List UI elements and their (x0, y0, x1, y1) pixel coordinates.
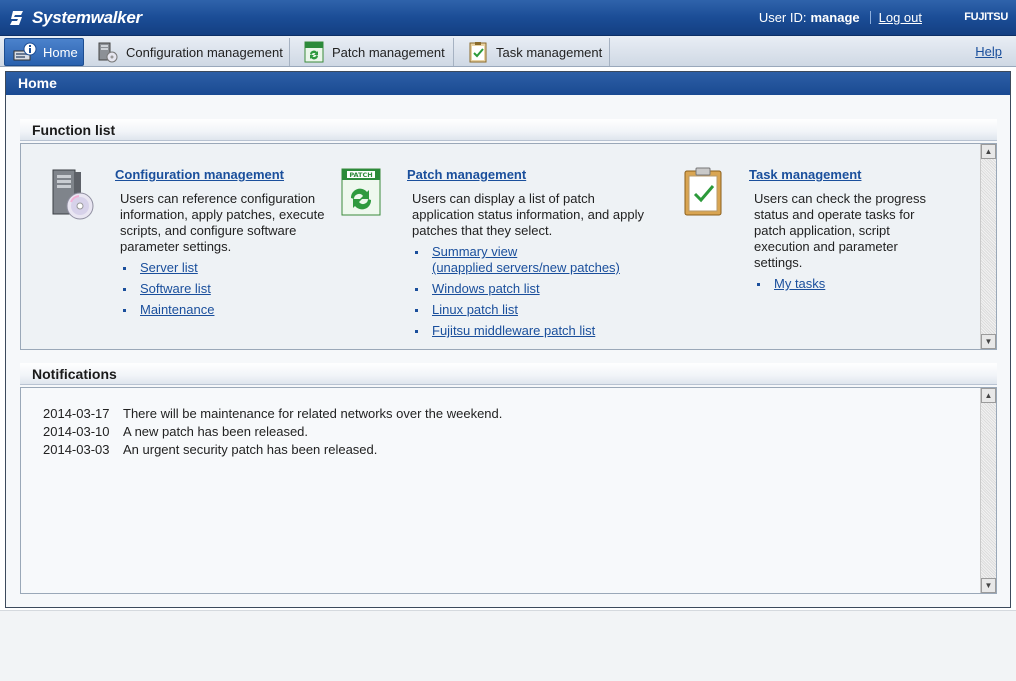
list-item: 2014-03-17 There will be maintenance for … (43, 405, 502, 423)
patch-management-link[interactable]: Patch management (407, 167, 526, 182)
top-header: Systemwalker User ID: manage Log out FUJ… (0, 0, 1016, 36)
notification-text: There will be maintenance for related ne… (123, 406, 503, 421)
home-info-icon (13, 41, 37, 63)
logout-link[interactable]: Log out (879, 10, 922, 25)
systemwalker-logo: Systemwalker (10, 7, 142, 29)
list-item: 2014-03-03 An urgent security patch has b… (43, 441, 502, 459)
fujitsu-middleware-patch-list-link[interactable]: Fujitsu middleware patch list (432, 323, 595, 338)
summary-view-label: Summary view (432, 244, 518, 259)
function-list-scrollbar[interactable]: ▲ ▼ (980, 144, 996, 349)
patch-description: Users can display a list of patch applic… (412, 191, 644, 238)
list-item: Linux patch list (412, 302, 620, 318)
summary-view-sub: (unapplied servers/new patches) (432, 260, 620, 275)
home-panel: Home Function list Configuration managem… (5, 71, 1011, 608)
patch-icon: PATCH (341, 168, 381, 219)
patch-sublinks: Summary view (unapplied servers/new patch… (412, 244, 620, 344)
my-tasks-link[interactable]: My tasks (774, 276, 825, 291)
configuration-description: Users can reference configuration inform… (120, 191, 325, 254)
list-item: Software list (120, 281, 214, 297)
user-info: User ID: manage Log out (759, 10, 922, 25)
notification-date: 2014-03-03 (43, 442, 110, 457)
notification-text: An urgent security patch has been releas… (123, 442, 378, 457)
server-config-icon (96, 41, 120, 63)
notifications-box: 2014-03-17 There will be maintenance for … (20, 387, 997, 594)
linux-patch-list-link[interactable]: Linux patch list (432, 302, 518, 317)
tab-patch-management[interactable]: Patch management (294, 38, 454, 66)
svg-text:PATCH: PATCH (349, 171, 372, 179)
tab-configuration-management[interactable]: Configuration management (88, 38, 290, 66)
function-list-box: Configuration management Users can refer… (20, 143, 997, 350)
scroll-up-button[interactable]: ▲ (981, 388, 996, 403)
tab-configuration-label: Configuration management (126, 44, 283, 60)
list-item: Maintenance (120, 302, 214, 318)
list-item: Windows patch list (412, 281, 620, 297)
server-list-link[interactable]: Server list (140, 260, 198, 275)
list-item: Server list (120, 260, 214, 276)
notification-date: 2014-03-17 (43, 406, 110, 421)
task-clipboard-icon (683, 167, 723, 220)
tab-home-label: Home (43, 44, 78, 60)
server-disc-icon (49, 166, 97, 225)
notifications-scrollbar[interactable]: ▲ ▼ (980, 388, 996, 593)
maintenance-link[interactable]: Maintenance (140, 302, 214, 317)
page-title: Home (6, 72, 1010, 95)
scroll-up-button[interactable]: ▲ (981, 144, 996, 159)
main-tab-bar: Home Configuration management Patch mana… (0, 36, 1016, 67)
notification-text: A new patch has been released. (123, 424, 309, 439)
task-management-link[interactable]: Task management (749, 167, 861, 182)
separator (869, 11, 871, 24)
configuration-management-link[interactable]: Configuration management (115, 167, 284, 182)
function-list-title: Function list (20, 119, 997, 141)
systemwalker-logo-icon (10, 11, 23, 25)
notifications-list: 2014-03-17 There will be maintenance for … (43, 405, 502, 459)
summary-view-link[interactable]: Summary view (unapplied servers/new patch… (432, 244, 620, 275)
help-link[interactable]: Help (975, 44, 1002, 59)
software-list-link[interactable]: Software list (140, 281, 211, 296)
notification-date: 2014-03-10 (43, 424, 110, 439)
scroll-down-button[interactable]: ▼ (981, 578, 996, 593)
list-item: 2014-03-10 A new patch has been released. (43, 423, 502, 441)
tab-patch-label: Patch management (332, 44, 445, 60)
task-clipboard-icon (466, 41, 490, 63)
fujitsu-brand: FUJITSU (964, 11, 1008, 23)
user-id-label: User ID: (758, 10, 807, 25)
tab-home[interactable]: Home (4, 38, 84, 66)
page-footer-area (0, 610, 1016, 681)
scroll-down-button[interactable]: ▼ (981, 334, 996, 349)
logo-text: Systemwalker (32, 8, 142, 27)
user-id-value: manage (810, 10, 860, 25)
list-item: Summary view (unapplied servers/new patch… (412, 244, 620, 276)
list-item: Fujitsu middleware patch list (412, 323, 620, 339)
configuration-sublinks: Server list Software list Maintenance (120, 260, 214, 323)
patch-icon (302, 41, 326, 63)
task-description: Users can check the progress status and … (754, 191, 926, 270)
windows-patch-list-link[interactable]: Windows patch list (432, 281, 540, 296)
task-sublinks: My tasks (754, 276, 825, 297)
tab-task-label: Task management (496, 44, 603, 60)
tab-task-management[interactable]: Task management (458, 38, 610, 66)
notifications-title: Notifications (20, 363, 997, 385)
list-item: My tasks (754, 276, 825, 292)
